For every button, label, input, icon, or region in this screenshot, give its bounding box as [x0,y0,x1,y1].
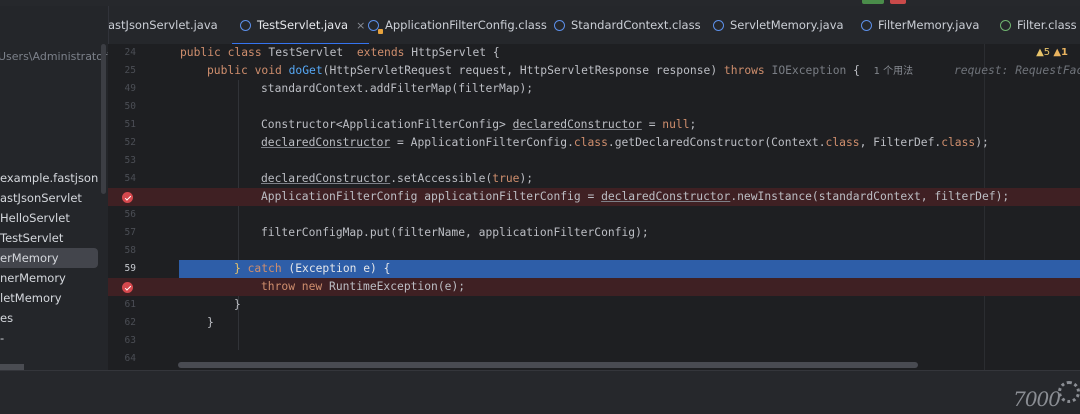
tab-filter[interactable]: Filter.class [1000,6,1077,44]
line-text: } catch (Exception e) { [234,262,391,275]
parameter-hint: request: RequestFac [954,64,1080,77]
sidebar-scrollbar[interactable] [101,44,106,194]
code-line: 62 } [108,314,1080,332]
code-line: 50 [108,98,1080,116]
tab-label: TestServlet.java [257,18,349,32]
tab-filtermemory[interactable]: FilterMemory.java [861,6,979,44]
code-line: 52 declaredConstructor = ApplicationFilt… [108,134,1080,152]
line-number: 62 [124,317,136,328]
line-number: 50 [124,101,136,112]
line-number: 54 [124,173,136,184]
line-number: 57 [124,227,136,238]
code-line-current: 59 } catch (Exception e) { [108,260,1080,278]
tree-item-helloservlet[interactable]: HelloServlet [0,208,98,228]
close-icon[interactable]: × [356,7,365,45]
line-number: 24 [124,47,136,58]
stop-indicator [890,0,906,4]
tree-item-testservlet[interactable]: TestServlet [0,228,98,248]
tree-item-fastjsonservlet[interactable]: astJsonServlet [0,188,98,208]
line-text: } [234,298,241,311]
tab-testservlet[interactable]: TestServlet.java × [231,6,370,45]
gear-icon [1058,381,1080,403]
tab-standardcontext[interactable]: StandardContext.class [554,6,701,44]
interface-icon [1000,20,1011,31]
breakpoint-icon[interactable] [122,282,133,293]
class-icon [861,20,872,31]
watermark-text: 7000 [1013,387,1061,411]
tab-label: FilterMemory.java [878,18,980,32]
line-number: 49 [124,83,136,94]
run-indicator [862,0,884,4]
tab-label: ServletMemory.java [730,18,844,32]
code-line: 24 public class TestServlet extends Http… [108,44,1080,62]
code-line: 25 public void doGet(HttpServletRequest … [108,62,1080,80]
class-icon [240,20,251,31]
line-text: filterConfigMap.put(filterName, applicat… [261,226,649,239]
code-editor[interactable]: ▲5 ▲1 24 public class TestServlet extend… [108,44,1080,370]
code-line: 61 } [108,296,1080,314]
tab-label: StandardContext.class [571,18,701,32]
line-text: public void doGet(HttpServletRequest req… [207,64,914,77]
line-number: 52 [124,137,136,148]
tab-fastjsonservlet[interactable]: astJsonServlet.java [108,6,218,44]
code-line-breakpoint: ApplicationFilterConfig applicationFilte… [108,188,1080,206]
line-text: standardContext.addFilterMap(filterMap); [261,82,534,95]
code-line: 63 [108,332,1080,350]
line-number: 58 [124,245,136,256]
status-area: 7000 [0,370,1080,414]
line-number: 53 [124,155,136,166]
tab-label: astJsonServlet.java [108,18,218,32]
class-lock-icon [368,20,383,34]
code-line-breakpoint: throw new RuntimeException(e); [108,278,1080,296]
code-line: 58 [108,242,1080,260]
code-line: 56 [108,206,1080,224]
tab-servletmemory[interactable]: ServletMemory.java [713,6,844,44]
tab-label: Filter.class [1017,18,1077,32]
tree-item-servletmemory[interactable]: letMemory [0,288,98,308]
line-number: 63 [124,335,136,346]
line-number: 25 [124,65,136,76]
class-icon [713,20,724,31]
line-text: declaredConstructor.setAccessible(true); [261,172,534,185]
code-line: 51 Constructor<ApplicationFilterConfig> … [108,116,1080,134]
code-line: 57 filterConfigMap.put(filterName, appli… [108,224,1080,242]
tree-item-resources[interactable]: es [0,308,98,328]
tree-item-filtermemory[interactable]: erMemory [0,248,98,268]
project-sidebar: Users\Administrator\De example.fastjsonv… [0,6,109,370]
line-number: 64 [124,353,136,364]
tree-item-package[interactable]: example.fastjsonvul [0,168,98,188]
line-text: ApplicationFilterConfig applicationFilte… [261,190,1010,203]
tab-applicationfilterconfig[interactable]: ApplicationFilterConfig.class [368,6,547,44]
line-number: 61 [124,299,136,310]
line-number: 59 [124,263,136,274]
usages-hint: 1 个用法 [873,66,914,77]
line-number: 56 [124,209,136,220]
line-text: Constructor<ApplicationFilterConfig> dec… [261,118,697,131]
line-text: } [207,316,214,329]
line-text: declaredConstructor = ApplicationFilterC… [261,136,989,149]
project-path: Users\Administrator\De [0,50,108,63]
class-icon [554,20,565,31]
tree-item-more[interactable]: - [0,328,98,348]
editor-horizontal-scrollbar[interactable] [178,362,918,368]
line-text: throw new RuntimeException(e); [261,280,466,293]
tab-label: ApplicationFilterConfig.class [385,18,547,32]
code-line: 54 declaredConstructor.setAccessible(tru… [108,170,1080,188]
editor-tab-bar: astJsonServlet.java TestServlet.java × Ap… [108,6,1080,45]
code-line: 49 standardContext.addFilterMap(filterMa… [108,80,1080,98]
breakpoint-icon[interactable] [122,192,133,203]
code-line: 53 [108,152,1080,170]
line-text: public class TestServlet extends HttpSer… [180,46,500,59]
line-number: 51 [124,119,136,130]
tree-item-listenermemory[interactable]: nerMemory [0,268,98,288]
